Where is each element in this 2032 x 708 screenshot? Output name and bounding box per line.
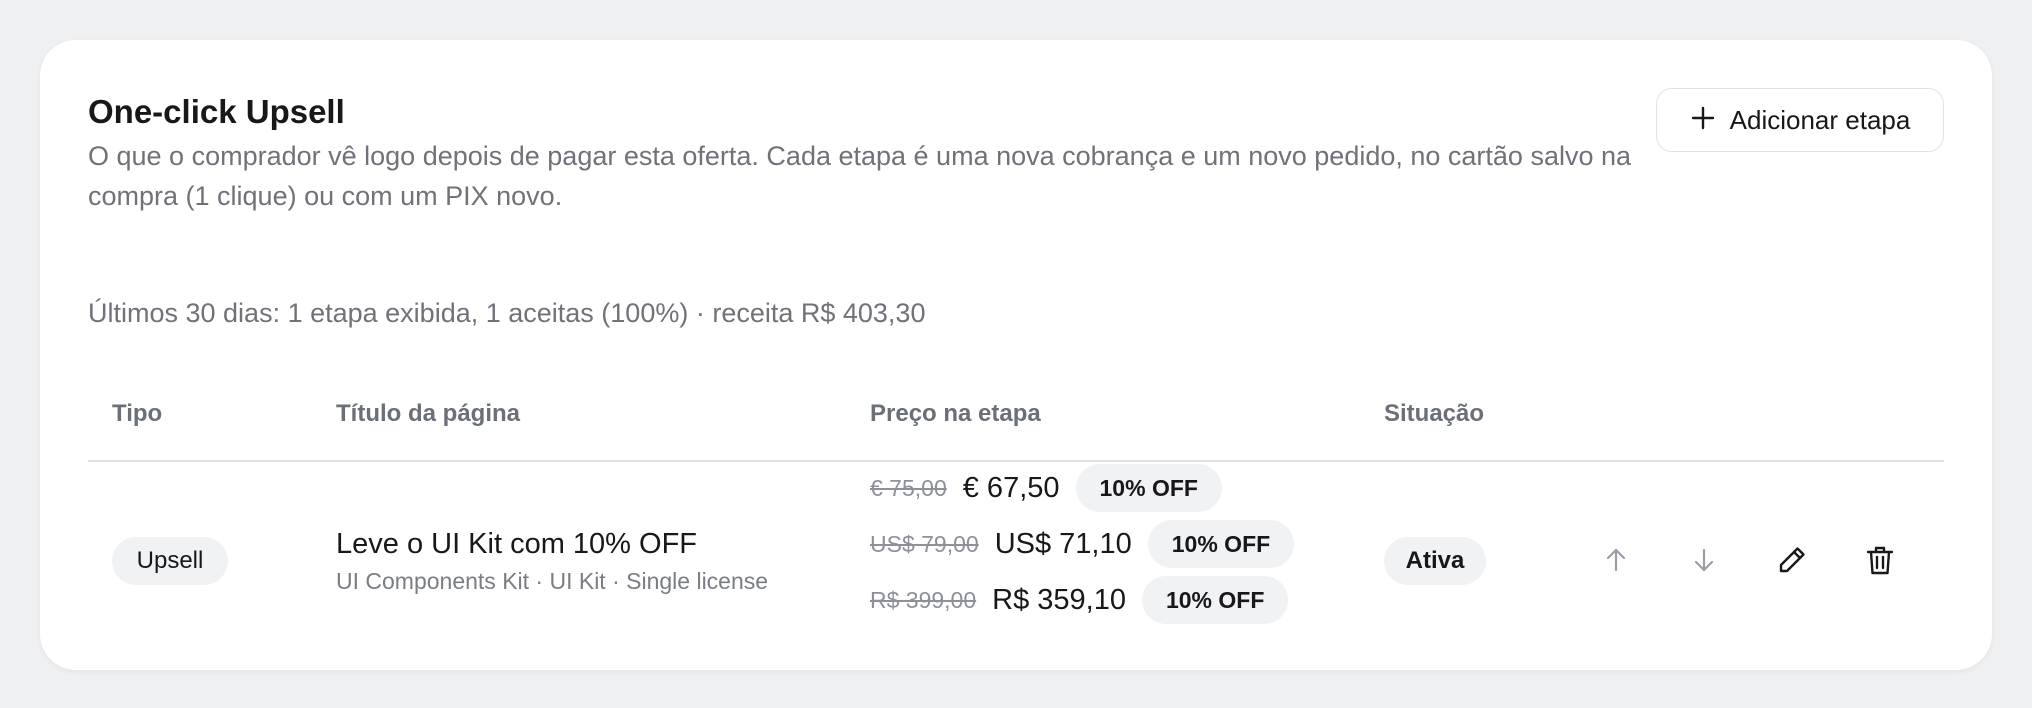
row-page-subtitle: UI Components Kit · UI Kit · Single lice…: [336, 568, 769, 594]
move-up-button[interactable]: [1594, 540, 1638, 584]
section-header: One-click Upsell O que o comprador vê lo…: [88, 92, 1648, 216]
arrow-up-icon: [1601, 545, 1631, 580]
move-down-button[interactable]: [1682, 540, 1726, 584]
arrow-down-icon: [1689, 545, 1719, 580]
price-row-usd: US$ 79,00 US$ 71,10 10% OFF: [870, 520, 1295, 568]
discount-badge: 10% OFF: [1147, 520, 1295, 568]
status-badge: Ativa: [1384, 537, 1486, 585]
new-price: € 67,50: [962, 471, 1060, 504]
edit-button[interactable]: [1770, 540, 1814, 584]
price-row-eur: € 75,00 € 67,50 10% OFF: [870, 464, 1222, 512]
upsell-card: One-click Upsell O que o comprador vê lo…: [40, 40, 1992, 670]
trash-icon: [1864, 544, 1896, 581]
type-badge: Upsell: [112, 537, 228, 585]
header-price: Preço na etapa: [870, 400, 1041, 427]
row-page-title: Leve o UI Kit com 10% OFF: [336, 528, 698, 560]
header-type: Tipo: [112, 400, 163, 427]
new-price: US$ 71,10: [994, 527, 1132, 560]
delete-button[interactable]: [1858, 540, 1902, 584]
add-step-button[interactable]: Adicionar etapa: [1656, 88, 1944, 152]
header-page-title: Título da página: [336, 400, 520, 427]
discount-badge: 10% OFF: [1141, 576, 1289, 624]
old-price: R$ 399,00: [870, 586, 977, 613]
pencil-icon: [1776, 544, 1808, 581]
section-title: One-click Upsell: [88, 93, 345, 130]
old-price: € 75,00: [870, 474, 947, 501]
stats-summary: Últimos 30 dias: 1 etapa exibida, 1 acei…: [88, 298, 926, 328]
price-row-brl: R$ 399,00 R$ 359,10 10% OFF: [870, 576, 1289, 624]
plus-icon: [1690, 103, 1716, 137]
add-step-label: Adicionar etapa: [1729, 104, 1911, 135]
new-price: R$ 359,10: [992, 583, 1126, 616]
header-divider: [88, 460, 1944, 462]
section-description: O que o comprador vê logo depois de paga…: [88, 140, 1632, 211]
discount-badge: 10% OFF: [1075, 464, 1222, 512]
old-price: US$ 79,00: [870, 530, 979, 557]
header-status: Situação: [1384, 400, 1485, 427]
